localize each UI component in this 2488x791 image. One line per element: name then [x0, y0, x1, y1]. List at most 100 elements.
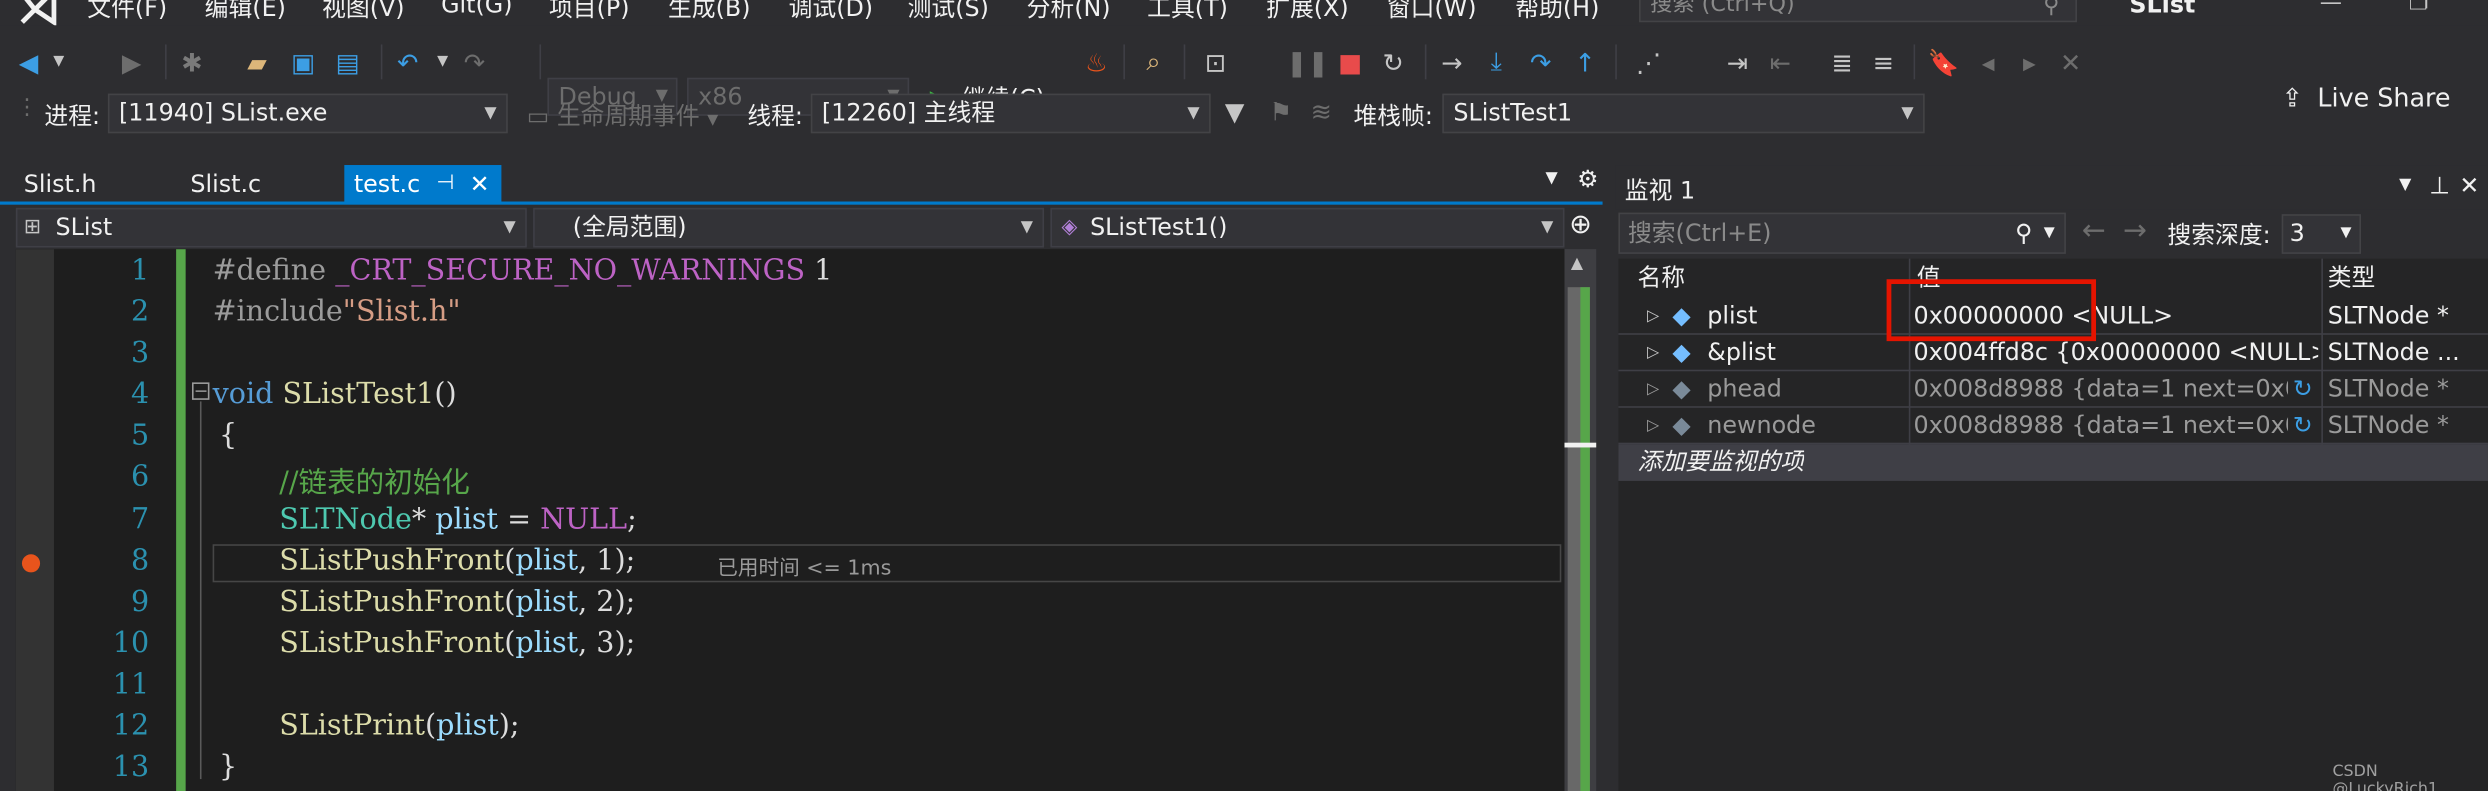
menu-test[interactable]: 测试(S): [908, 0, 989, 24]
expand-arrow-icon[interactable]: ▷: [1647, 408, 1659, 444]
filter-icon[interactable]: ▼: [1225, 97, 1245, 127]
pin-icon[interactable]: ⊥: [2429, 171, 2450, 200]
code-token: "Slist.h": [342, 295, 461, 329]
bookmark-icon[interactable]: 🔖: [1928, 47, 1960, 77]
restore-icon[interactable]: ❐: [2409, 0, 2429, 16]
outdent-icon[interactable]: ⇤: [1766, 47, 1795, 77]
expand-arrow-icon[interactable]: ▷: [1647, 298, 1659, 334]
breakpoint-icon[interactable]: ●: [21, 547, 42, 576]
navigate-forward-icon[interactable]: ▶: [117, 47, 146, 77]
search-depth-select[interactable]: 3 ▼: [2281, 214, 2362, 254]
line-number: 12: [112, 709, 150, 743]
column-header-name[interactable]: 名称: [1637, 259, 1685, 294]
toolbar-grip-icon: ⋮: [15, 95, 39, 121]
clear-bookmarks-icon[interactable]: ✕: [2056, 47, 2085, 77]
process-select[interactable]: [11940] SList.exe ▼: [107, 93, 508, 134]
undo-dropdown-icon[interactable]: ▼: [428, 48, 457, 77]
next-bookmark-icon[interactable]: ▸: [2015, 47, 2044, 77]
indent-icon[interactable]: ⇥: [1723, 47, 1752, 77]
tab-slist-c[interactable]: Slist.c: [167, 165, 345, 203]
expand-arrow-icon[interactable]: ▷: [1647, 335, 1659, 371]
flag-thread-icon[interactable]: ⚑: [1269, 97, 1292, 127]
back-dropdown-icon[interactable]: ▼: [44, 48, 73, 77]
hot-reload-icon[interactable]: ♨: [1082, 47, 1111, 77]
menu-edit[interactable]: 编辑(E): [205, 0, 286, 24]
breakpoint-gutter[interactable]: [15, 249, 54, 791]
lifecycle-events-button[interactable]: ▭ 生命周期事件 ▼: [527, 98, 718, 131]
break-all-icon[interactable]: ❚❚: [1286, 47, 1329, 77]
stack-frame-value: SListTest1: [1453, 98, 1573, 127]
tab-slist-h[interactable]: Slist.h: [0, 165, 167, 203]
redo-icon[interactable]: ↷: [460, 47, 489, 77]
tab-list-dropdown-icon[interactable]: ▼: [1545, 170, 1557, 187]
menu-view[interactable]: 视图(V): [322, 0, 404, 24]
new-item-icon[interactable]: ✱: [178, 47, 207, 77]
add-watch-placeholder[interactable]: 添加要监视的项: [1637, 444, 1804, 480]
window-position-dropdown-icon[interactable]: ▼: [2399, 176, 2411, 193]
menu-file[interactable]: 文件(F): [87, 0, 167, 24]
save-all-icon[interactable]: ▤: [333, 47, 362, 77]
save-icon[interactable]: ▣: [289, 47, 318, 77]
restart-icon[interactable]: ↻: [1379, 47, 1408, 77]
refresh-icon[interactable]: ↻: [2293, 371, 2313, 407]
search-previous-icon[interactable]: ←: [2082, 214, 2106, 247]
menu-analyze[interactable]: 分析(N): [1027, 0, 1111, 24]
tab-test-c[interactable]: test.c ⊣ ✕: [344, 165, 502, 204]
search-next-icon[interactable]: →: [2123, 214, 2147, 247]
gear-icon[interactable]: ⚙: [1577, 165, 1598, 194]
threads-icon[interactable]: ≋: [1311, 97, 1332, 127]
project-select[interactable]: ⊞ SList ▼: [15, 207, 527, 248]
editor-scrollbar[interactable]: ▲: [1564, 249, 1597, 791]
global-search-input[interactable]: 搜索 (Ctrl+Q) ⚲: [1639, 0, 2077, 23]
step-out-icon[interactable]: ↑: [1571, 47, 1600, 77]
menu-project[interactable]: 项目(P): [549, 0, 630, 24]
minimize-icon[interactable]: —: [2320, 0, 2342, 16]
menu-extensions[interactable]: 扩展(X): [1266, 0, 1348, 24]
close-icon[interactable]: ✕: [2459, 171, 2479, 200]
watch-row-phead[interactable]: ▷ ◆ phead 0x008d8988 {data=1 next=0x0...…: [1618, 371, 2488, 408]
step-over-icon[interactable]: ↷: [1526, 47, 1555, 77]
code-token: 1: [814, 253, 833, 288]
watch-value[interactable]: 0x008d8988 {data=1 next=0x0...: [1914, 371, 2288, 407]
line-number: 11: [112, 668, 150, 702]
watch-value[interactable]: 0x008d8988 {data=1 next=0x0...: [1914, 408, 2288, 444]
menu-build[interactable]: 生成(B): [668, 0, 751, 24]
process-value: [11940] SList.exe: [119, 98, 328, 127]
code-editor[interactable]: ● 1 2 3 4 5 6 7 8 9 10 11 12 13 − #defin…: [15, 249, 1565, 791]
watch-row-newnode[interactable]: ▷ ◆ newnode 0x008d8988 {data=1 next=0x0.…: [1618, 408, 2488, 445]
watch-panel-header: 监视 1 ▼ ⊥ ✕: [1615, 165, 2488, 210]
close-icon[interactable]: ✕: [470, 165, 490, 203]
stop-debugging-icon[interactable]: ■: [1336, 47, 1365, 77]
variable-icon: ◆: [1672, 337, 1691, 367]
navigate-back-icon[interactable]: ◀: [14, 47, 43, 77]
scroll-up-icon[interactable]: ▲: [1571, 255, 1583, 272]
undo-icon[interactable]: ↶: [394, 47, 423, 77]
menu-window[interactable]: 窗口(W): [1387, 0, 1477, 24]
uncomment-icon[interactable]: ≡: [1869, 47, 1898, 77]
collapse-icon[interactable]: −: [191, 382, 210, 400]
watch-add-item-row[interactable]: 添加要监视的项: [1618, 444, 2488, 481]
watch-search-input[interactable]: 搜索(Ctrl+E) ⚲ ▼: [1618, 212, 2066, 254]
refresh-icon[interactable]: ↻: [2293, 408, 2313, 444]
comment-icon[interactable]: ≣: [1828, 47, 1857, 77]
search-options-dropdown-icon[interactable]: ▼: [2044, 214, 2055, 252]
menu-git[interactable]: Git(G): [441, 0, 512, 19]
diagnostic-tools-icon[interactable]: ⊡: [1201, 47, 1230, 77]
expand-arrow-icon[interactable]: ▷: [1647, 371, 1659, 407]
show-next-statement-icon[interactable]: →: [1438, 47, 1467, 77]
thread-select[interactable]: [12260] 主线程 ▼: [810, 93, 1211, 134]
prev-bookmark-icon[interactable]: ◂: [1974, 47, 2003, 77]
step-filter-icon[interactable]: ⋰: [1634, 47, 1663, 77]
scope-select[interactable]: (全局范围) ▼: [533, 207, 1045, 248]
member-select[interactable]: ◈ SListTest1() ▼: [1050, 207, 1565, 248]
find-in-files-icon[interactable]: ⌕: [1139, 46, 1168, 76]
menu-tools[interactable]: 工具(T): [1147, 0, 1228, 24]
column-header-type[interactable]: 类型: [2328, 259, 2376, 294]
split-editor-icon[interactable]: ⊕: [1569, 209, 1592, 241]
step-into-icon[interactable]: ⤓: [1482, 46, 1511, 76]
open-folder-icon[interactable]: ▰: [243, 47, 272, 77]
menu-debug[interactable]: 调试(D): [789, 0, 874, 24]
pin-icon[interactable]: ⊣: [436, 165, 454, 203]
stack-frame-select[interactable]: SListTest1 ▼: [1442, 93, 1925, 134]
menu-help[interactable]: 帮助(H): [1515, 0, 1599, 24]
